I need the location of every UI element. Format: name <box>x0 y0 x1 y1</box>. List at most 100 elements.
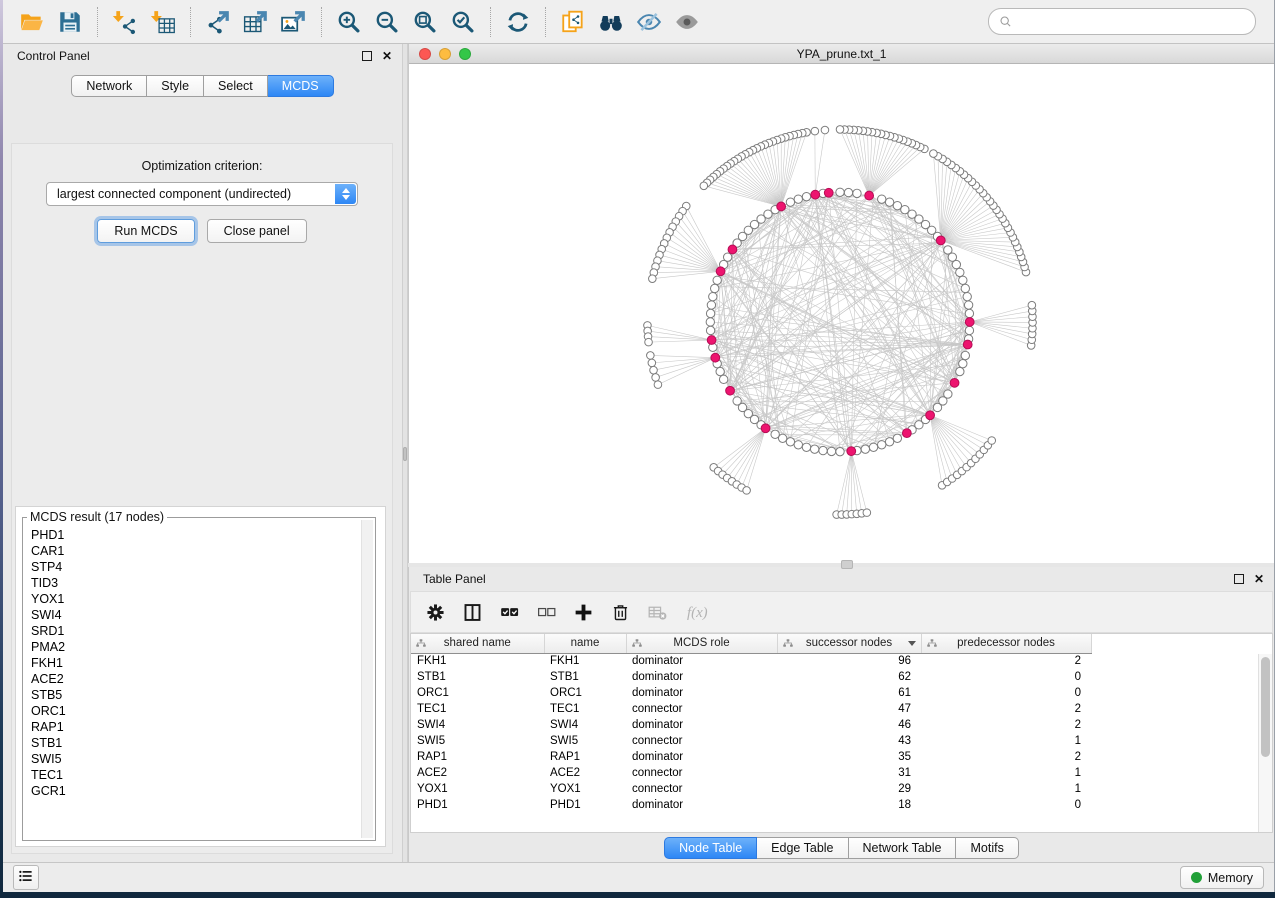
first-neighbors-button[interactable] <box>592 5 630 39</box>
save-button[interactable] <box>51 5 89 39</box>
tab-mcds[interactable]: MCDS <box>268 75 334 97</box>
table-panel-close-button[interactable]: ✕ <box>1254 573 1264 585</box>
mcds-result-item[interactable]: ORC1 <box>25 703 360 719</box>
node-table-area: shared namenameMCDS rolesuccessor nodesp… <box>410 633 1273 833</box>
mcds-result-item[interactable]: ACE2 <box>25 671 360 687</box>
toolbar-separator <box>490 7 491 37</box>
add-button[interactable] <box>573 602 594 623</box>
network-canvas[interactable] <box>409 64 1274 563</box>
hide-selected-button[interactable] <box>630 5 668 39</box>
column-header-predecessor-nodes[interactable]: predecessor nodes <box>921 634 1091 653</box>
close-panel-button[interactable]: Close panel <box>207 219 307 243</box>
mcds-result-item[interactable]: PMA2 <box>25 639 360 655</box>
mcds-result-item[interactable]: TEC1 <box>25 767 360 783</box>
add-icon <box>573 602 594 623</box>
optimization-criterion-select[interactable]: largest connected component (undirected) <box>46 182 358 206</box>
export-network-button[interactable] <box>199 5 237 39</box>
table-row[interactable]: SWI5SWI5connector431 <box>411 733 1091 749</box>
table-scrollbar[interactable] <box>1258 654 1272 832</box>
zoom-out-button[interactable] <box>368 5 406 39</box>
table-tab-edge-table[interactable]: Edge Table <box>757 837 848 859</box>
table-tabs: Node TableEdge TableNetwork TableMotifs <box>409 833 1274 862</box>
mcds-result-item[interactable]: GCR1 <box>25 783 360 799</box>
open-button[interactable] <box>13 5 51 39</box>
column-header-successor-nodes[interactable]: successor nodes <box>777 634 921 653</box>
columns-button[interactable] <box>462 602 483 623</box>
tab-select[interactable]: Select <box>204 75 268 97</box>
vertical-splitter-handle[interactable] <box>403 447 407 461</box>
select-all-icon <box>499 602 520 623</box>
column-header-MCDS-role[interactable]: MCDS role <box>626 634 777 653</box>
clone-network-button[interactable] <box>554 5 592 39</box>
table-tab-node-table[interactable]: Node Table <box>664 837 757 859</box>
toolbar-separator <box>321 7 322 37</box>
table-row[interactable]: PHD1PHD1dominator180 <box>411 797 1091 813</box>
mcds-result-item[interactable]: SWI5 <box>25 751 360 767</box>
control-panel: Control Panel ✕ NetworkStyleSelectMCDS O… <box>3 44 402 862</box>
mcds-result-item[interactable]: STP4 <box>25 559 360 575</box>
task-history-button[interactable] <box>13 865 39 890</box>
mcds-result-item[interactable]: PHD1 <box>25 527 360 543</box>
table-row[interactable]: ORC1ORC1dominator610 <box>411 685 1091 701</box>
column-header-shared-name[interactable]: shared name <box>411 634 544 653</box>
hide-selected-icon <box>636 9 662 35</box>
horizontal-splitter-handle[interactable] <box>841 560 853 569</box>
table-row[interactable]: RAP1RAP1dominator352 <box>411 749 1091 765</box>
table-tab-motifs[interactable]: Motifs <box>956 837 1018 859</box>
table-panel-float-button[interactable] <box>1234 574 1244 584</box>
export-image-button[interactable] <box>275 5 313 39</box>
column-header-name[interactable]: name <box>544 634 626 653</box>
table-row[interactable]: STB1STB1dominator620 <box>411 669 1091 685</box>
zoom-fit-button[interactable] <box>406 5 444 39</box>
vertical-splitter[interactable] <box>402 44 408 862</box>
run-mcds-button[interactable]: Run MCDS <box>97 219 194 243</box>
table-tab-network-table[interactable]: Network Table <box>849 837 957 859</box>
mcds-panel: Optimization criterion: largest connecte… <box>11 143 393 854</box>
table-scrollbar-thumb[interactable] <box>1261 657 1270 757</box>
table-row[interactable]: SWI4SWI4dominator462 <box>411 717 1091 733</box>
mcds-result-item[interactable]: SRD1 <box>25 623 360 639</box>
deselect-all-button[interactable] <box>536 602 557 623</box>
delete-table-button[interactable] <box>647 602 668 623</box>
control-panel-close-button[interactable]: ✕ <box>382 50 392 62</box>
table-row[interactable]: YOX1YOX1connector291 <box>411 781 1091 797</box>
mcds-result-item[interactable]: CAR1 <box>25 543 360 559</box>
import-table-button[interactable] <box>144 5 182 39</box>
mcds-result-item[interactable]: FKH1 <box>25 655 360 671</box>
mcds-result-item[interactable]: SWI4 <box>25 607 360 623</box>
export-table-icon <box>243 9 269 35</box>
mcds-result-item[interactable]: YOX1 <box>25 591 360 607</box>
control-panel-tabs: NetworkStyleSelectMCDS <box>3 75 402 97</box>
delete-table-icon <box>647 602 668 623</box>
show-all-button[interactable] <box>668 5 706 39</box>
control-panel-float-button[interactable] <box>362 51 372 61</box>
column-type-icon <box>631 638 643 650</box>
zoom-selected-button[interactable] <box>444 5 482 39</box>
list-icon <box>17 867 35 888</box>
table-toolbar: f(x) <box>410 591 1273 633</box>
mcds-result-item[interactable]: TID3 <box>25 575 360 591</box>
mcds-result-scrollbar[interactable] <box>361 520 373 838</box>
function-button[interactable]: f(x) <box>684 602 718 623</box>
right-area: YPA_prune.txt_1 Table Panel ✕ <box>408 44 1274 862</box>
export-table-button[interactable] <box>237 5 275 39</box>
horizontal-splitter[interactable] <box>408 563 1274 567</box>
tab-style[interactable]: Style <box>147 75 204 97</box>
mcds-result-item[interactable]: RAP1 <box>25 719 360 735</box>
select-all-button[interactable] <box>499 602 520 623</box>
mcds-result-item[interactable]: STB1 <box>25 735 360 751</box>
zoom-in-button[interactable] <box>330 5 368 39</box>
mcds-result-item[interactable]: STB5 <box>25 687 360 703</box>
memory-button[interactable]: Memory <box>1180 866 1264 889</box>
columns-icon <box>462 602 483 623</box>
table-row[interactable]: TEC1TEC1connector472 <box>411 701 1091 717</box>
refresh-button[interactable] <box>499 5 537 39</box>
delete-button[interactable] <box>610 602 631 623</box>
import-network-button[interactable] <box>106 5 144 39</box>
gear-button[interactable] <box>425 602 446 623</box>
node-table: shared namenameMCDS rolesuccessor nodesp… <box>411 634 1092 813</box>
search-input[interactable] <box>1019 15 1246 29</box>
table-row[interactable]: FKH1FKH1dominator962 <box>411 653 1091 669</box>
tab-network[interactable]: Network <box>71 75 147 97</box>
table-row[interactable]: ACE2ACE2connector311 <box>411 765 1091 781</box>
